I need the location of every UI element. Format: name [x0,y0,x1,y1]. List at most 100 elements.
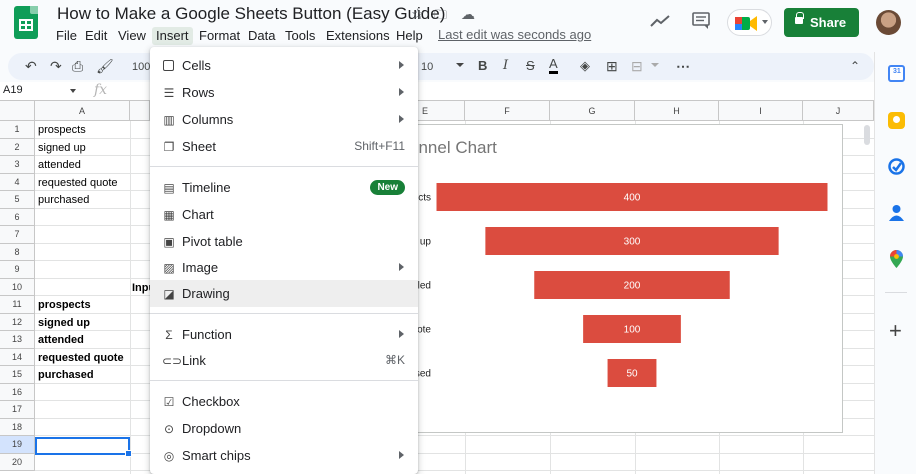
row-header-15[interactable]: 15 [0,366,35,384]
row-header-9[interactable]: 9 [0,261,35,279]
row-header-18[interactable]: 18 [0,418,35,436]
more-options-icon[interactable]: ⋯ [676,57,690,75]
user-avatar[interactable] [876,10,901,35]
text-color-icon[interactable]: A [549,57,558,74]
undo-icon[interactable]: ↶ [25,57,37,75]
sheets-logo-icon[interactable] [14,6,38,39]
calendar-icon[interactable]: 31 [888,65,905,82]
last-edit-link[interactable]: Last edit was seconds ago [438,27,591,42]
comments-icon[interactable] [692,12,710,30]
italic-icon[interactable]: I [503,57,508,75]
paint-format-icon[interactable]: 🖌 [96,57,114,75]
row-header-13[interactable]: 13 [0,331,35,349]
cell-a5[interactable]: purchased [38,192,89,209]
strikethrough-icon[interactable]: S [526,57,535,75]
cell-a4[interactable]: requested quote [38,175,118,192]
select-all-corner[interactable] [0,101,35,121]
tasks-icon[interactable] [888,158,905,175]
menu-item-sheet[interactable]: ❐ Sheet Shift+F11 [150,133,418,160]
cell-a3[interactable]: attended [38,157,81,174]
print-icon[interactable]: ⎙ [72,57,83,75]
column-header-b[interactable] [130,101,150,121]
borders-icon[interactable]: ⊞ [606,57,618,75]
bold-icon[interactable]: B [478,57,487,75]
row-header-19[interactable]: 19 [0,436,35,454]
row-header-20[interactable]: 20 [0,453,35,471]
vertical-scrollbar[interactable] [864,125,870,145]
menu-file[interactable]: File [52,27,81,45]
move-folder-icon[interactable]: 🗀 [434,6,447,24]
column-header-j[interactable]: J [803,101,874,121]
add-addon-icon[interactable]: + [889,320,902,342]
contacts-icon[interactable] [889,204,904,221]
share-button[interactable]: Share [784,8,859,37]
fill-color-icon[interactable]: ◈ [580,57,590,75]
maps-icon[interactable] [890,250,903,268]
row-header-7[interactable]: 7 [0,226,35,244]
column-header-e[interactable]: E [418,101,465,121]
cloud-status-icon[interactable]: ☁ [461,5,475,23]
row-header-14[interactable]: 14 [0,348,35,366]
menu-item-link[interactable]: ⊂⊃ Link ⌘K [150,347,418,374]
merge-cells-icon[interactable]: ⊟ [631,57,643,75]
row-header-8[interactable]: 8 [0,243,35,261]
column-header-a[interactable]: A [35,101,130,121]
row-header-12[interactable]: 12 [0,313,35,331]
cell-a13[interactable]: attended [38,332,84,349]
meet-button[interactable] [727,9,772,36]
menu-help[interactable]: Help [392,27,427,45]
row-header-2[interactable]: 2 [0,138,35,156]
menu-item-drawing[interactable]: ◪ Drawing [150,280,418,307]
menu-item-timeline[interactable]: ▤ Timeline New [150,174,418,201]
menu-extensions[interactable]: Extensions [322,27,394,45]
row-header-1[interactable]: 1 [0,121,35,139]
menu-item-rows[interactable]: ☰ Rows [150,79,418,106]
collapse-toolbar-icon[interactable]: ⌃ [850,57,860,75]
cell-a15[interactable]: purchased [38,367,94,384]
document-title[interactable]: How to Make a Google Sheets Button (Easy… [57,4,445,24]
column-header-i[interactable]: I [719,101,803,121]
row-header-3[interactable]: 3 [0,156,35,174]
cell-a12[interactable]: signed up [38,315,90,332]
row-header-11[interactable]: 11 [0,296,35,314]
menu-data[interactable]: Data [244,27,279,45]
menu-item-checkbox[interactable]: ☑ Checkbox [150,388,418,415]
menu-tools[interactable]: Tools [281,27,319,45]
cell-a11[interactable]: prospects [38,297,91,314]
redo-icon[interactable]: ↷ [50,57,62,75]
cell-a14[interactable]: requested quote [38,350,124,367]
menu-item-columns[interactable]: ▥ Columns [150,106,418,133]
menu-edit[interactable]: Edit [81,27,111,45]
menu-format[interactable]: Format [195,27,244,45]
font-size-select[interactable]: 10 [421,58,433,76]
column-header-f[interactable]: F [465,101,550,121]
keep-icon[interactable] [888,112,905,129]
row-header-17[interactable]: 17 [0,401,35,419]
menu-item-smart-chips[interactable]: ◎ Smart chips [150,442,418,469]
name-box[interactable]: A19 [3,84,23,96]
menu-view[interactable]: View [114,27,150,45]
cell-a1[interactable]: prospects [38,122,86,139]
funnel-chart[interactable]: unnel Chart 400 cts 300 up 200 led 100 ote 50 sed [386,124,843,433]
menu-item-pivot-table[interactable]: ▣ Pivot table [150,228,418,255]
menu-insert[interactable]: Insert [152,27,193,45]
menu-item-chart[interactable]: ▦ Chart [150,201,418,228]
row-header-10[interactable]: 10 [0,278,35,296]
selected-cell-a19[interactable] [35,437,132,457]
star-icon[interactable]: ☆ [411,6,424,24]
merge-dropdown-icon[interactable] [651,63,659,67]
name-box-dropdown-icon[interactable] [70,89,76,93]
menu-item-image[interactable]: ▨ Image [150,254,418,281]
cell-a2[interactable]: signed up [38,140,86,157]
column-header-g[interactable]: G [550,101,635,121]
row-header-6[interactable]: 6 [0,208,35,226]
column-header-h[interactable]: H [635,101,719,121]
font-size-dropdown-icon[interactable] [456,63,464,67]
row-header-5[interactable]: 5 [0,191,35,209]
row-header-16[interactable]: 16 [0,383,35,401]
trending-icon[interactable] [650,14,670,28]
menu-item-cells[interactable]: Cells [150,52,418,79]
menu-item-dropdown[interactable]: ⊙ Dropdown [150,415,418,442]
menu-item-function[interactable]: Σ Function [150,321,418,348]
row-header-4[interactable]: 4 [0,173,35,191]
